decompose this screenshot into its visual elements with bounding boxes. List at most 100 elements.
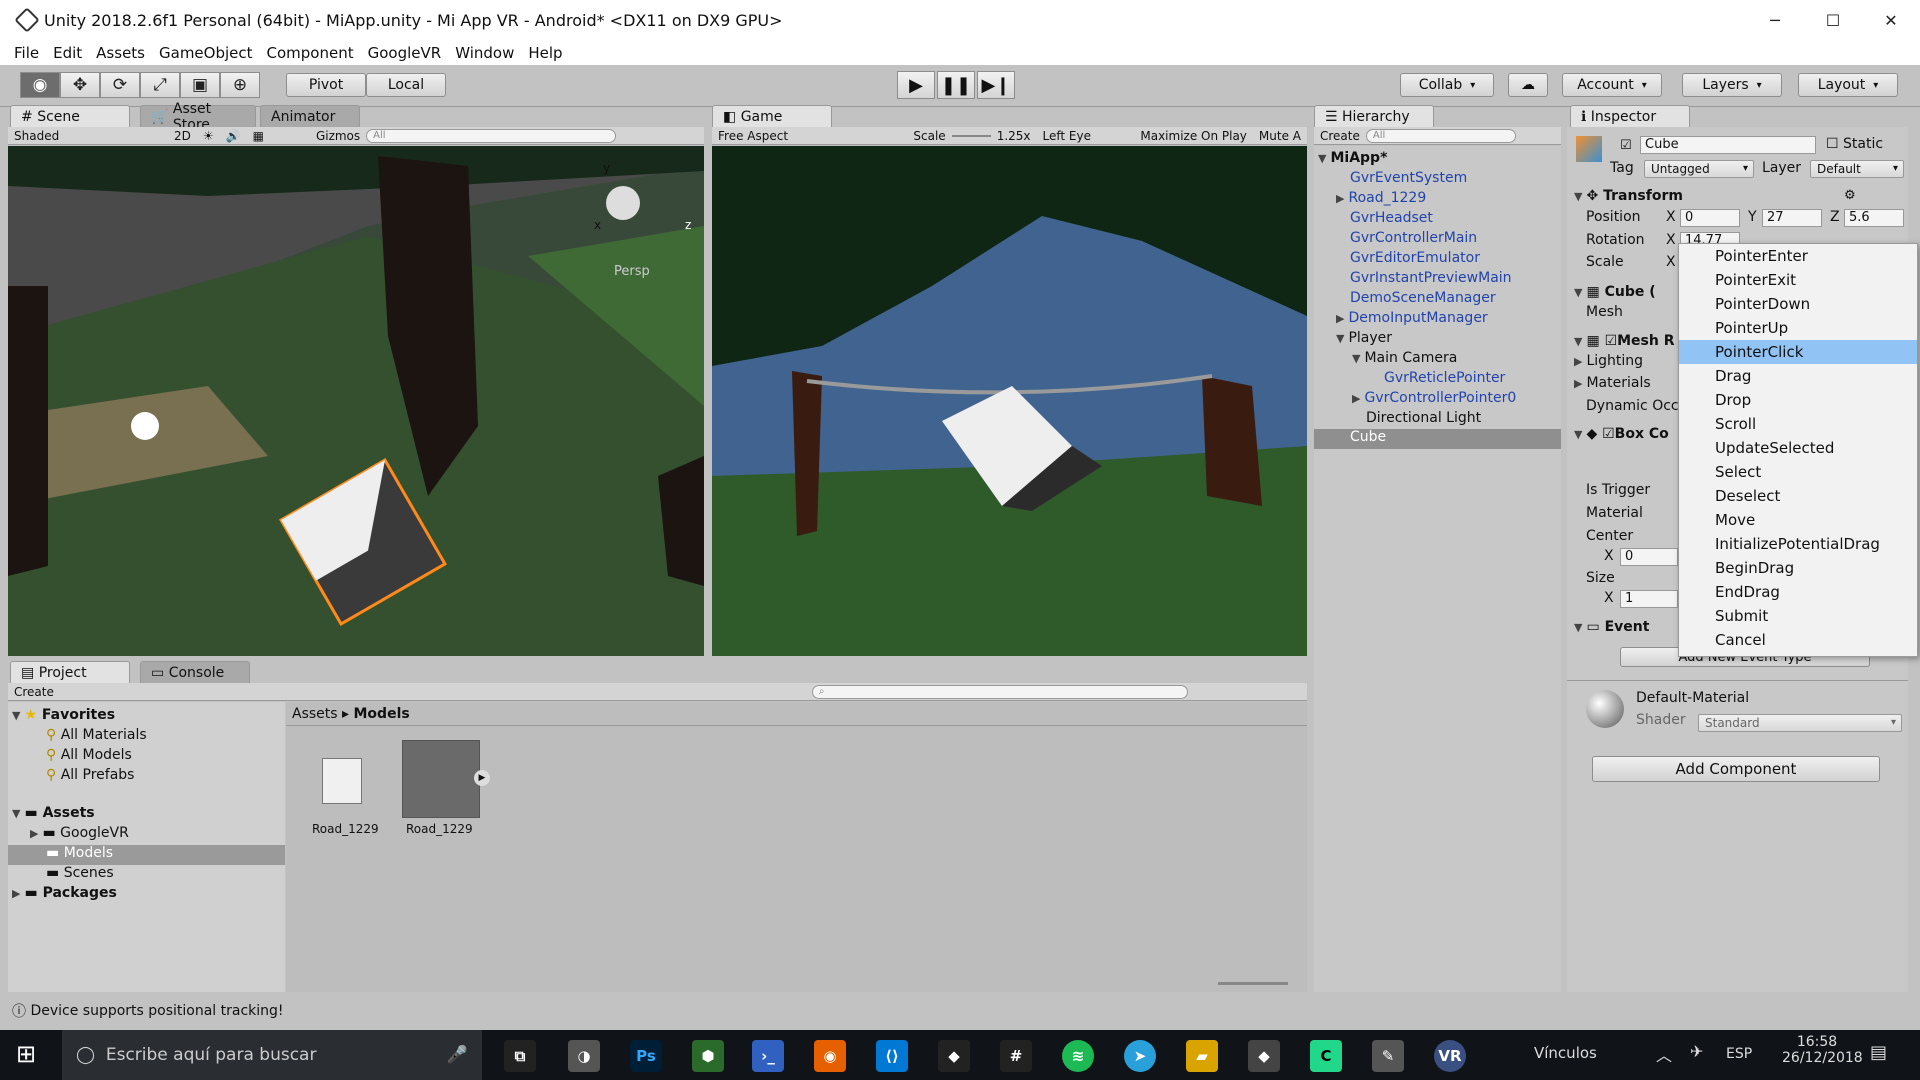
mute-audio-toggle[interactable]: Mute A [1253,129,1307,143]
menu-file[interactable]: File [14,44,39,62]
menu-edit[interactable]: Edit [53,44,82,62]
effects-toggle-icon[interactable]: ▦ [247,129,270,143]
audio-toggle-icon[interactable]: 🔊 [220,129,247,143]
persp-label[interactable]: Persp [614,264,650,279]
menu-item[interactable]: PointerDown [1679,292,1917,316]
hierarchy-item[interactable]: ▶ Road_1229 [1336,190,1426,206]
play-button[interactable]: ▶ [897,71,935,99]
expand-arrow-icon[interactable]: ▶ [474,770,490,786]
tab-console[interactable]: ▭ Console [140,661,250,683]
menu-item[interactable]: Cancel [1679,628,1917,652]
rect-tool-icon[interactable]: ▣ [180,72,220,98]
scale-tool-icon[interactable]: ⤢ [140,72,180,98]
pause-button[interactable]: ❚❚ [937,71,975,99]
menu-item[interactable]: BeginDrag [1679,556,1917,580]
position-y-field[interactable]: 27 [1762,209,1822,227]
folder-item[interactable]: ▶ ▬ GoogleVR [30,825,129,841]
firefox-icon[interactable]: ◉ [814,1040,846,1072]
project-search-input[interactable]: ⌕ [811,684,1188,699]
folder-item[interactable]: ▬ Scenes [46,865,114,881]
light-toggle-icon[interactable]: ☀ [197,129,220,143]
menu-item[interactable]: PointerExit [1679,268,1917,292]
hierarchy-item[interactable]: ▶ DemoInputManager [1336,310,1488,326]
static-checkbox[interactable]: ☐ Static [1826,136,1883,152]
account-dropdown[interactable]: Account [1562,73,1662,97]
scene-view[interactable]: y x z Persp [8,146,704,656]
menu-window[interactable]: Window [455,44,514,62]
menu-component[interactable]: Component [267,44,354,62]
slack-icon[interactable]: # [1000,1040,1032,1072]
tab-project[interactable]: ▤ Project [10,661,130,683]
menu-item[interactable]: Scroll [1679,412,1917,436]
layout-dropdown[interactable]: Layout [1798,73,1898,97]
move-tool-icon[interactable]: ✥ [60,72,100,98]
menu-item[interactable]: UpdateSelected [1679,436,1917,460]
language-indicator[interactable]: ESP [1726,1046,1752,1062]
maximize-on-play-toggle[interactable]: Maximize On Play [1134,129,1253,143]
menu-item[interactable]: PointerEnter [1679,244,1917,268]
minimize-button[interactable]: ─ [1746,0,1804,40]
cloud-button[interactable]: ☁ [1508,73,1548,97]
favorites-folder[interactable]: ▼ ★ Favorites [12,707,115,723]
menu-item[interactable]: Deselect [1679,484,1917,508]
model-file-thumbnail[interactable] [402,740,480,818]
menu-googlevr[interactable]: GoogleVR [368,44,442,62]
paint-icon[interactable]: ✎ [1372,1040,1404,1072]
tab-inspector[interactable]: ℹ Inspector [1570,105,1690,127]
mesh-filter-header[interactable]: ▼ ▦ Cube ( [1574,284,1656,300]
zoom-slider[interactable] [1218,982,1288,985]
photoshop-icon[interactable]: Ps [630,1040,662,1072]
scene-search-input[interactable]: All [366,128,617,143]
collab-dropdown[interactable]: Collab [1400,73,1494,97]
tab-asset-store[interactable]: 🛒 Asset Store [140,101,256,133]
hierarchy-item[interactable]: GvrEditorEmulator [1350,250,1480,266]
hierarchy-item[interactable]: ▶ GvrControllerPointer0 [1352,390,1516,406]
clock[interactable]: 16:58 26/12/2018 [1782,1034,1863,1066]
box-collider-header[interactable]: ▼ ◆ ☑Box Co [1574,426,1669,442]
menu-assets[interactable]: Assets [96,44,145,62]
tab-game[interactable]: ◧ Game [712,105,832,127]
hierarchy-item[interactable]: Directional Light [1366,410,1481,426]
menu-item[interactable]: Drag [1679,364,1917,388]
taskbar-search[interactable]: ◯ Escribe aquí para buscar 🎤 [62,1030,482,1080]
materials-foldout[interactable]: ▶ Materials [1574,375,1651,391]
menu-item[interactable]: Move [1679,508,1917,532]
center-x-field[interactable]: 0 [1620,548,1678,566]
file-explorer-icon[interactable]: ▰ [1186,1040,1218,1072]
menu-item[interactable]: Drop [1679,388,1917,412]
notifications-icon[interactable]: ▤ [1870,1042,1887,1063]
transform-tool-icon[interactable]: ⊕ [220,72,260,98]
hierarchy-item[interactable]: GvrEventSystem [1350,170,1467,186]
hierarchy-item[interactable]: GvrControllerMain [1350,230,1477,246]
hierarchy-item[interactable]: GvrHeadset [1350,210,1433,226]
powershell-icon[interactable]: ›_ [752,1040,784,1072]
position-x-field[interactable]: 0 [1680,209,1740,227]
view-tool-icon[interactable]: ◉ [20,72,60,98]
hierarchy-create-dropdown[interactable]: Create [1314,129,1366,143]
2d-toggle[interactable]: 2D [168,129,197,143]
hierarchy-item-selected[interactable]: Cube [1314,429,1561,449]
hierarchy-item[interactable]: DemoSceneManager [1350,290,1496,306]
menu-item[interactable]: Select [1679,460,1917,484]
favorite-item[interactable]: ⚲ All Models [46,747,132,763]
scale-slider[interactable] [951,134,991,137]
shield-app-icon[interactable]: ⬢ [692,1040,724,1072]
hierarchy-item[interactable]: GvrInstantPreviewMain [1350,270,1512,286]
tag-dropdown[interactable]: Untagged [1644,160,1754,178]
local-toggle[interactable]: Local [366,73,446,97]
scene-root[interactable]: ▼ MiApp* [1318,150,1387,166]
position-z-field[interactable]: 5.6 [1844,209,1904,227]
folder-item-selected[interactable]: ▬ Models [8,845,285,865]
menu-gameobject[interactable]: GameObject [159,44,253,62]
close-button[interactable]: ✕ [1862,0,1920,40]
add-component-button[interactable]: Add Component [1592,756,1880,782]
menu-item[interactable]: EndDrag [1679,580,1917,604]
tab-scene[interactable]: # Scene [10,105,130,127]
mesh-renderer-header[interactable]: ▼ ▦ ☑Mesh R [1574,333,1675,349]
links-toolbar[interactable]: Vínculos [1534,1044,1597,1062]
aspect-dropdown[interactable]: Free Aspect [712,129,907,143]
lighting-foldout[interactable]: ▶ Lighting [1574,353,1643,369]
mtl-file-icon[interactable] [322,758,362,804]
rotate-tool-icon[interactable]: ⟳ [100,72,140,98]
hierarchy-item[interactable]: GvrReticlePointer [1384,370,1505,386]
